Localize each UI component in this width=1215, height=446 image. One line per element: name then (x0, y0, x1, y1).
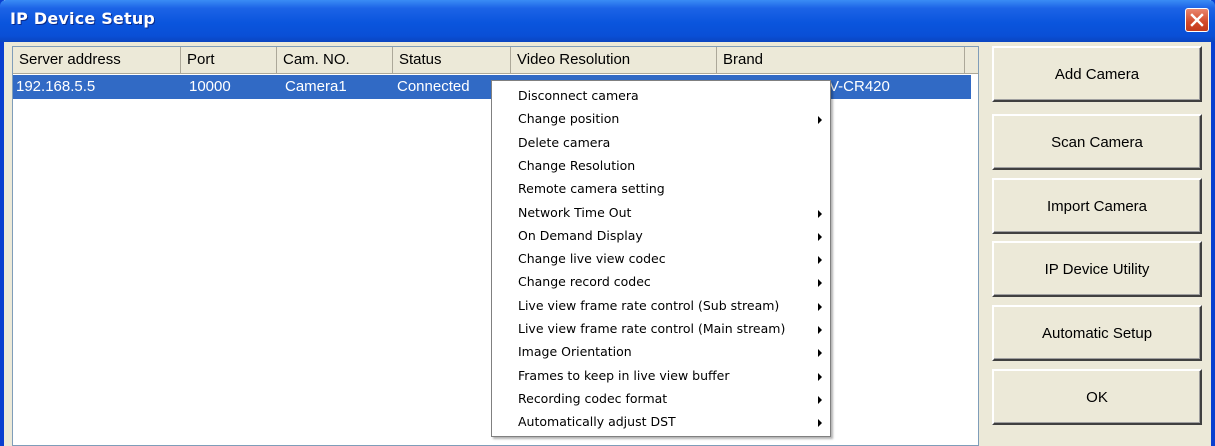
column-header-status[interactable]: Status (393, 47, 511, 73)
cell-brand: V-CR420 (829, 78, 890, 95)
submenu-arrow-icon (818, 419, 822, 428)
context-menu-item-label: Change Resolution (518, 157, 636, 173)
ok-button[interactable]: OK (992, 369, 1202, 425)
context-menu-item[interactable]: Change live view codec (492, 248, 830, 271)
automatic-setup-button[interactable]: Automatic Setup (992, 305, 1202, 361)
context-menu-item-label: Image Orientation (518, 344, 632, 360)
submenu-arrow-icon (818, 232, 822, 241)
submenu-arrow-icon (818, 256, 822, 265)
context-menu-item[interactable]: On Demand Display (492, 225, 830, 248)
ip-device-utility-button[interactable]: IP Device Utility (992, 241, 1202, 297)
context-menu-item[interactable]: Automatically adjust DST (492, 411, 830, 434)
close-icon (1190, 13, 1204, 27)
context-menu-item[interactable]: Live view frame rate control (Sub stream… (492, 295, 830, 318)
context-menu-item[interactable]: Recording codec format (492, 388, 830, 411)
context-menu-item[interactable]: Network Time Out (492, 202, 830, 225)
window-title: IP Device Setup (10, 9, 156, 28)
close-button[interactable] (1185, 8, 1209, 32)
context-menu-item[interactable]: Remote camera setting (492, 178, 830, 201)
column-header-server-address[interactable]: Server address (13, 47, 181, 73)
context-menu-item[interactable]: Change record codec (492, 271, 830, 294)
context-menu: Disconnect camera Change position Delete c… (491, 80, 831, 437)
title-bar: IP Device Setup (0, 0, 1215, 42)
context-menu-item-label: Change position (518, 111, 620, 127)
context-menu-item[interactable]: Delete camera (492, 132, 830, 155)
cell-port: 10000 (189, 78, 231, 95)
context-menu-item[interactable]: Change Resolution (492, 155, 830, 178)
submenu-arrow-icon (818, 209, 822, 218)
context-menu-item-label: Remote camera setting (518, 181, 665, 197)
context-menu-item-label: On Demand Display (518, 227, 643, 243)
scan-camera-button[interactable]: Scan Camera (992, 114, 1202, 170)
context-menu-item-label: Change live view codec (518, 251, 666, 267)
cell-server-address: 192.168.5.5 (16, 78, 96, 95)
context-menu-item[interactable]: Change position (492, 108, 830, 131)
submenu-arrow-icon (818, 326, 822, 334)
context-menu-item-label: Frames to keep in live view buffer (518, 367, 730, 383)
cell-cam-no: Camera1 (285, 78, 347, 95)
context-menu-item[interactable]: Live view frame rate control (Main strea… (492, 318, 830, 341)
column-header-port[interactable]: Port (181, 47, 277, 73)
import-camera-button[interactable]: Import Camera (992, 178, 1202, 234)
context-menu-item[interactable]: Image Orientation (492, 341, 830, 364)
submenu-arrow-icon (818, 279, 822, 288)
column-header-cam-no[interactable]: Cam. NO. (277, 47, 393, 73)
context-menu-item-label: Recording codec format (518, 390, 668, 406)
cell-status: Connected (397, 78, 470, 95)
column-header-brand[interactable]: Brand (717, 47, 965, 73)
submenu-arrow-icon (818, 349, 822, 358)
context-menu-item[interactable]: Frames to keep in live view buffer (492, 365, 830, 388)
submenu-arrow-icon (818, 116, 822, 125)
context-menu-item[interactable]: Disconnect camera (492, 85, 830, 108)
context-menu-item-label: Disconnect camera (518, 88, 639, 103)
context-menu-item-label: Live view frame rate control (Main strea… (518, 321, 786, 336)
context-menu-item-label: Automatically adjust DST (518, 414, 676, 430)
column-header-video-resolution[interactable]: Video Resolution (511, 47, 717, 73)
context-menu-item-label: Delete camera (518, 134, 611, 150)
add-camera-button[interactable]: Add Camera (992, 46, 1202, 102)
context-menu-item-label: Live view frame rate control (Sub stream… (518, 297, 780, 313)
ip-device-setup-window: IP Device Setup Server address Port Cam.… (0, 0, 1215, 446)
submenu-arrow-icon (818, 302, 822, 311)
context-menu-item-label: Network Time Out (518, 204, 632, 220)
context-menu-item-label: Change record codec (518, 274, 651, 290)
column-header-row: Server address Port Cam. NO. Status Vide… (13, 47, 978, 74)
submenu-arrow-icon (818, 372, 822, 381)
submenu-arrow-icon (818, 395, 822, 404)
